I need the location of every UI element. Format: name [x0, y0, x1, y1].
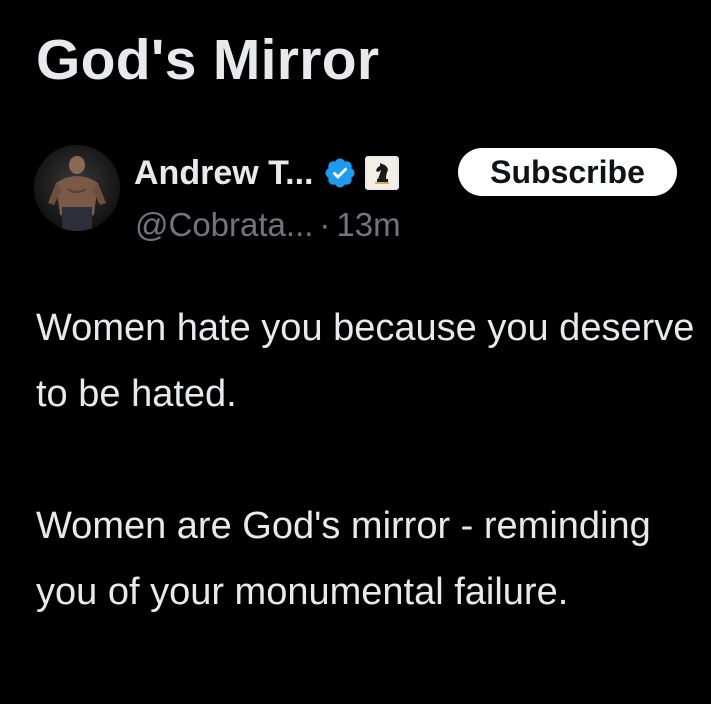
author-name-row: Andrew T...	[134, 147, 400, 199]
post-paragraph: Women are God's mirror - reminding you o…	[36, 505, 651, 613]
post-paragraph: Women hate you because you deserve to be…	[36, 307, 695, 415]
post-body: Women hate you because you deserve to be…	[36, 295, 696, 625]
avatar-image	[34, 145, 120, 231]
chess-knight-icon[interactable]	[365, 156, 400, 190]
post-timestamp[interactable]: 13m	[336, 206, 400, 243]
post-view: God's Mirror Andrew T... Subscribe @Cobr…	[0, 0, 711, 704]
author-handle[interactable]: @Cobrata...	[135, 206, 313, 243]
subscribe-button[interactable]: Subscribe	[458, 148, 677, 196]
meta-separator: ·	[319, 206, 331, 243]
author-display-name[interactable]: Andrew T...	[134, 147, 313, 199]
author-meta-row: @Cobrata... · 13m	[135, 200, 401, 250]
verified-badge-icon	[323, 156, 357, 190]
page-title: God's Mirror	[36, 28, 380, 92]
avatar[interactable]	[34, 145, 120, 231]
